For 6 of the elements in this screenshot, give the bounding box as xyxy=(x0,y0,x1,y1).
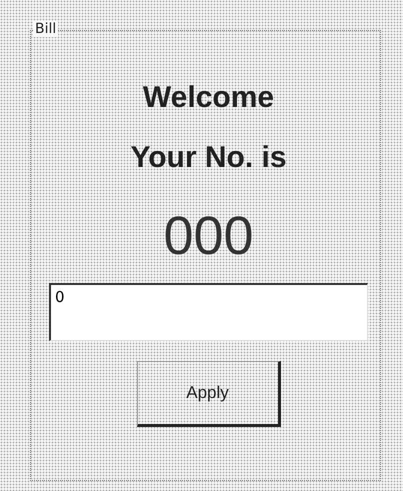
prompt-text: Your No. is xyxy=(130,141,287,175)
group-title: Bill xyxy=(33,21,58,37)
number-display: 000 xyxy=(163,205,254,267)
apply-button[interactable]: Apply xyxy=(136,361,280,427)
input-field[interactable]: 0 xyxy=(49,283,368,341)
welcome-text: Welcome xyxy=(142,81,274,115)
